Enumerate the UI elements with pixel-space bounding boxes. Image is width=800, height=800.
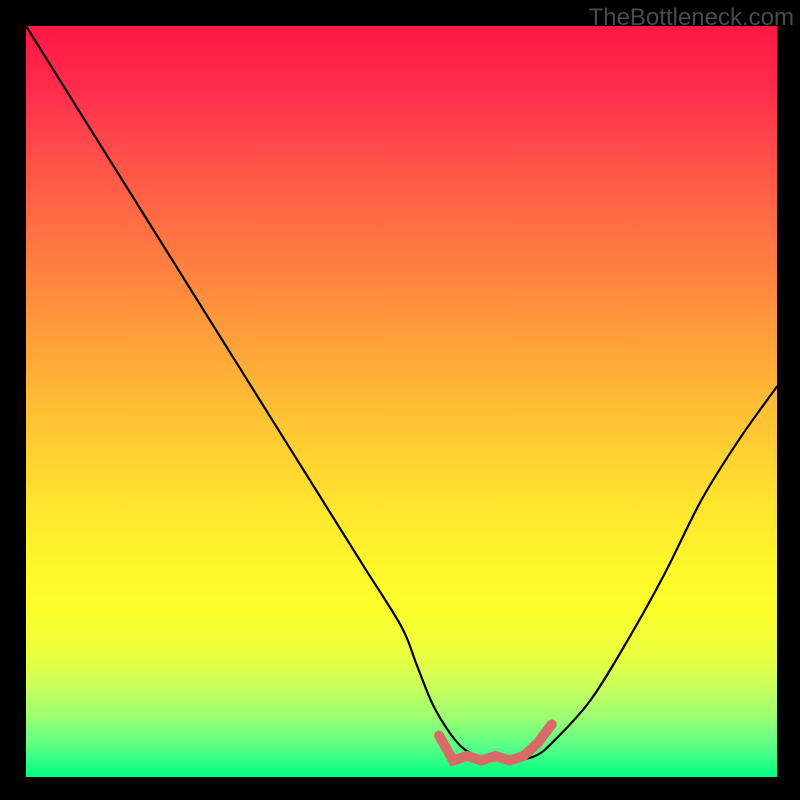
chart-svg [26,26,777,777]
chart-plot-area [26,26,777,777]
chart-curve [26,26,777,760]
watermark-text: TheBottleneck.com [589,4,794,32]
